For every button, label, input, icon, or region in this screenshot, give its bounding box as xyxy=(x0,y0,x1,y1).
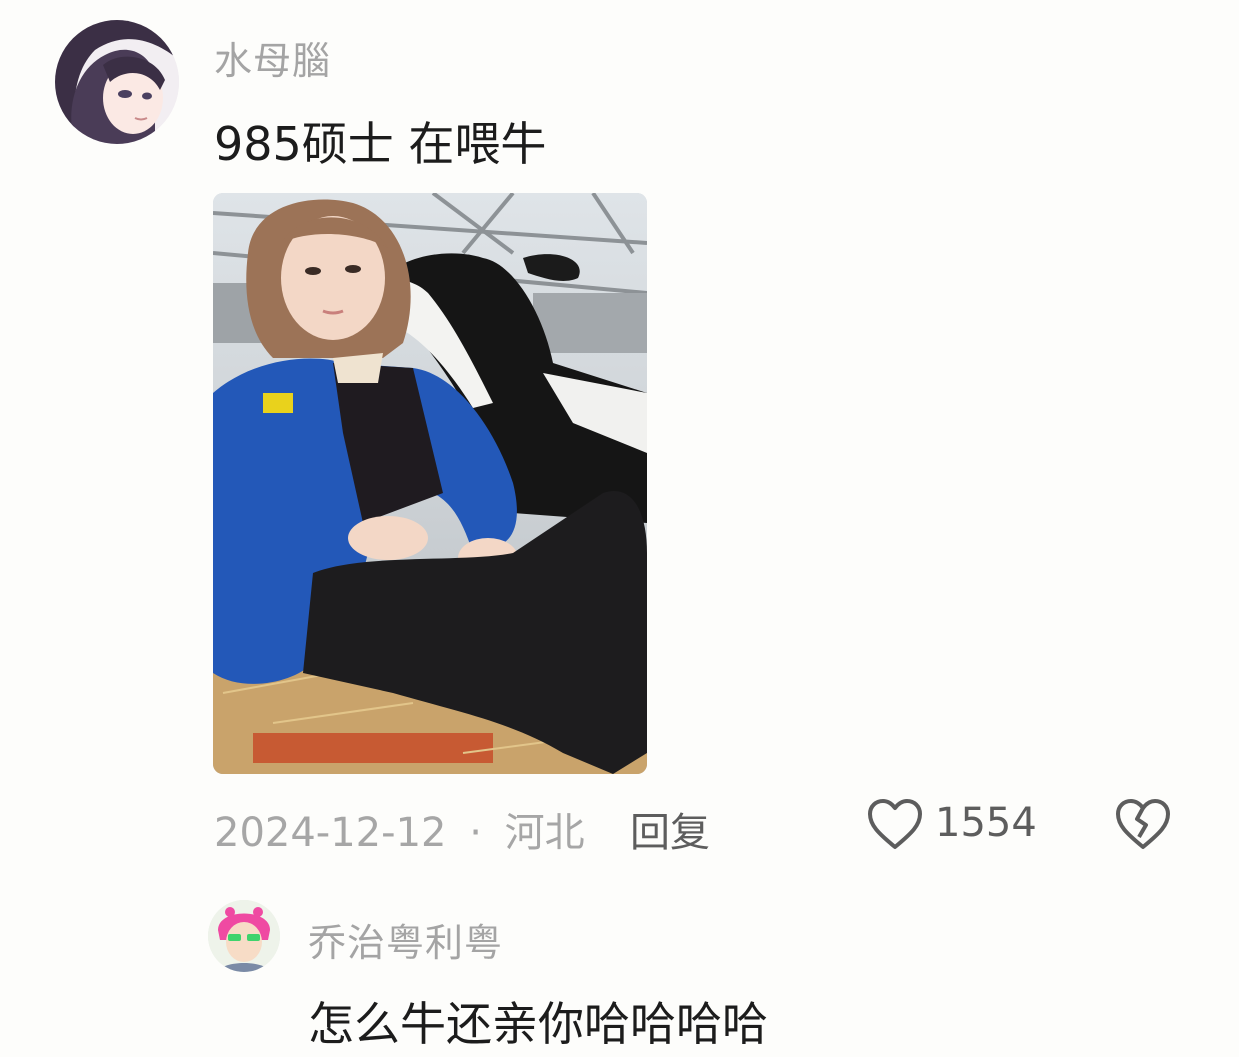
comment-thread: 水母腦 985硕士 在喂牛 2024-12-12 · 河北 回复 1554 乔治… xyxy=(0,0,1239,1057)
reply-avatar[interactable] xyxy=(208,900,280,972)
heart-outline-icon[interactable] xyxy=(866,797,924,851)
reply-text: 怎么牛还亲你哈哈哈哈 xyxy=(308,997,768,1051)
avatar[interactable] xyxy=(55,20,179,144)
like-count: 1554 xyxy=(935,800,1037,846)
comment-text: 985硕士 在喂牛 xyxy=(214,117,547,171)
reply-avatar-image xyxy=(208,900,280,972)
broken-heart-icon[interactable] xyxy=(1114,797,1172,851)
comment-meta: 2024-12-12 · 河北 xyxy=(214,800,585,858)
reply-username[interactable]: 乔治粤利粤 xyxy=(308,912,503,967)
comment-image[interactable] xyxy=(213,193,647,774)
meta-separator: · xyxy=(469,810,482,856)
comment-location: 河北 xyxy=(504,810,585,856)
comment-photo xyxy=(213,193,647,774)
avatar-image xyxy=(55,20,179,144)
comment-date: 2024-12-12 xyxy=(214,810,447,856)
reply-button[interactable]: 回复 xyxy=(630,800,710,858)
username[interactable]: 水母腦 xyxy=(214,30,331,85)
